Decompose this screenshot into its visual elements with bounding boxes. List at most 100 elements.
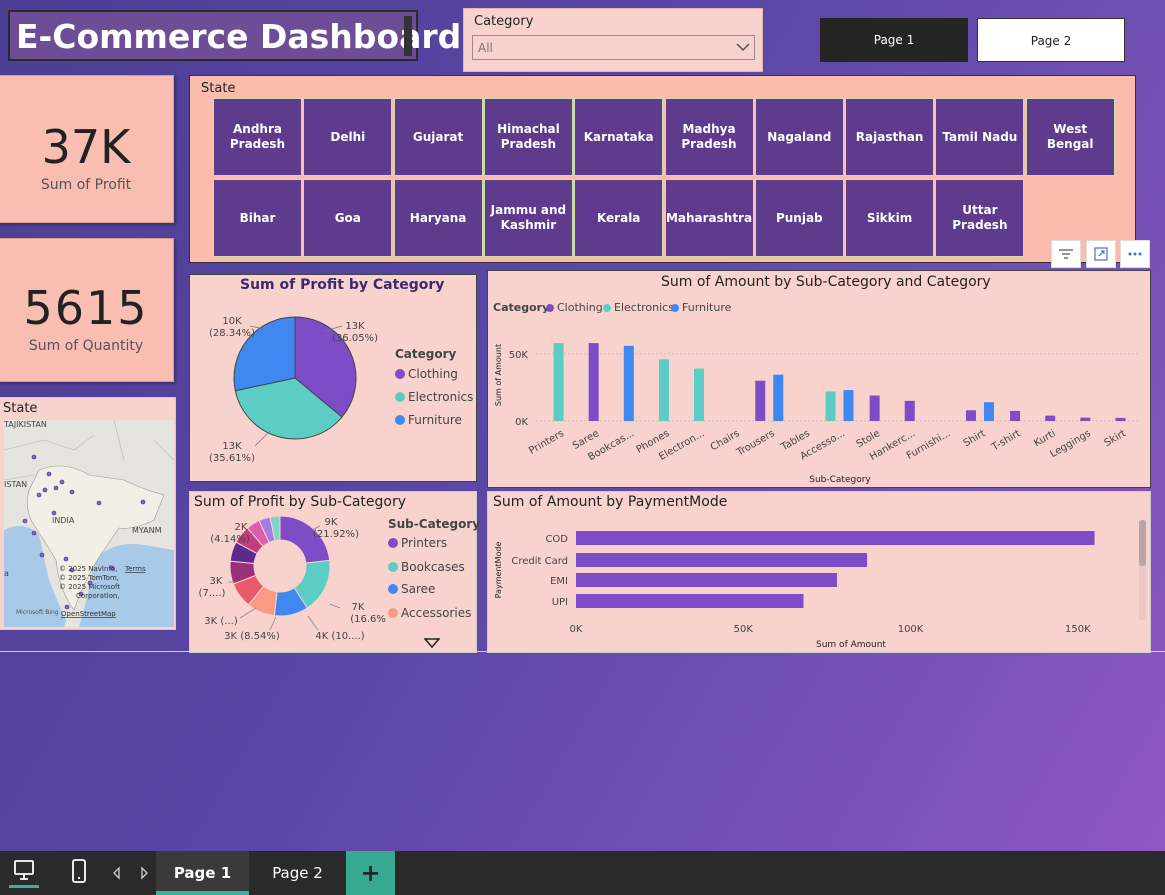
more-options-icon[interactable] bbox=[1120, 240, 1150, 268]
state-button[interactable]: Uttar Pradesh bbox=[935, 179, 1025, 257]
paymentmode-bar-chart[interactable]: COD Credit Card EMI UPI 0K 50K 100K 150K Sum of … bbox=[488, 512, 1150, 652]
bar[interactable] bbox=[1115, 417, 1126, 421]
bar-legend-clothing[interactable]: Clothing bbox=[546, 301, 603, 314]
donut-leader-line bbox=[269, 616, 277, 631]
filter-icon[interactable] bbox=[1051, 240, 1081, 268]
state-button[interactable]: Madhya Pradesh bbox=[664, 98, 754, 176]
bar[interactable] bbox=[1045, 415, 1056, 421]
bar-legend-furniture[interactable]: Furniture bbox=[671, 301, 731, 314]
pie-legend-clothing[interactable]: Clothing bbox=[395, 367, 458, 381]
state-button[interactable]: Gujarat bbox=[393, 98, 483, 176]
x-tick-label: Shirt bbox=[962, 428, 988, 449]
bar[interactable] bbox=[1080, 417, 1091, 421]
donut-legend-saree[interactable]: Saree bbox=[388, 582, 435, 596]
map-osm-link[interactable]: OpenStreetMap bbox=[61, 610, 116, 618]
state-button[interactable]: Karnataka bbox=[574, 98, 664, 176]
page1-nav-button[interactable]: Page 1 bbox=[820, 18, 968, 62]
donut-legend-accessories[interactable]: Accessories bbox=[388, 606, 471, 620]
bar[interactable] bbox=[588, 343, 599, 421]
pie-chart[interactable]: 13K(36.05%)10K(28.34%)13K(35.61%) bbox=[190, 291, 476, 481]
phone-view-icon[interactable] bbox=[69, 858, 89, 886]
bar[interactable] bbox=[825, 391, 836, 421]
payment-bar[interactable] bbox=[576, 553, 868, 567]
bar[interactable] bbox=[965, 410, 976, 421]
dashboard-title-text: E-Commerce Dashboard bbox=[16, 17, 462, 56]
pie-data-label: (35.61%) bbox=[209, 453, 255, 464]
bar[interactable] bbox=[755, 380, 766, 421]
donut-legend-printers[interactable]: Printers bbox=[388, 536, 447, 550]
pie-data-label: 13K bbox=[345, 321, 365, 332]
x-tick-label: 50K bbox=[734, 624, 754, 635]
map-canvas[interactable]: TAJIKISTAN ISTAN INDIA MYANM a © 2025 Na… bbox=[4, 420, 174, 627]
bar[interactable] bbox=[773, 374, 784, 421]
legend-dot bbox=[388, 608, 398, 618]
previous-page-icon[interactable] bbox=[112, 866, 122, 880]
x-tick-label: T-shirt bbox=[989, 428, 1022, 454]
bar[interactable] bbox=[1010, 410, 1021, 421]
state-button[interactable]: Jammu and Kashmir bbox=[483, 179, 573, 257]
bar[interactable] bbox=[658, 359, 669, 421]
state-button[interactable]: Maharashtra bbox=[664, 179, 754, 257]
payment-bar[interactable] bbox=[576, 573, 837, 587]
bar[interactable] bbox=[904, 400, 915, 421]
page1-tab-label: Page 1 bbox=[173, 864, 232, 882]
bar-legend-electronics[interactable]: Electronics bbox=[603, 301, 674, 314]
state-button[interactable]: Rajasthan bbox=[845, 98, 935, 176]
payment-bar[interactable] bbox=[576, 594, 804, 608]
donut-leader-line bbox=[307, 615, 319, 631]
donut-legend-title: Sub-Category bbox=[388, 517, 481, 531]
donut-data-label: 3K (8.54%) bbox=[224, 631, 280, 642]
page2-nav-button[interactable]: Page 2 bbox=[977, 18, 1125, 62]
category-dropdown[interactable]: All bbox=[472, 35, 755, 60]
quantity-card: 5615 Sum of Quantity bbox=[0, 238, 174, 382]
pie-data-label: 13K bbox=[222, 441, 242, 452]
pie-leader-line bbox=[254, 430, 271, 447]
state-button[interactable]: Delhi bbox=[303, 98, 393, 176]
state-slicer: State Andhra Pradesh Delhi Gujarat Himachal… bbox=[189, 75, 1136, 263]
legend-label: Electronics bbox=[614, 301, 674, 314]
state-button[interactable]: Haryana bbox=[393, 179, 483, 257]
state-button[interactable]: Punjab bbox=[754, 179, 844, 257]
state-button[interactable]: Kerala bbox=[574, 179, 664, 257]
add-page-button[interactable]: + bbox=[346, 851, 395, 895]
vertical-scrollbar[interactable] bbox=[1139, 520, 1146, 620]
map-title: State bbox=[3, 401, 38, 416]
desktop-view-button[interactable] bbox=[9, 857, 39, 889]
legend-label: Electronics bbox=[408, 390, 474, 404]
bar[interactable] bbox=[553, 343, 564, 421]
bar-chart[interactable]: 50K0KSum of AmountSub-CategoryPrinters Sa… bbox=[488, 317, 1150, 487]
next-page-icon[interactable] bbox=[139, 866, 149, 880]
quantity-label: Sum of Quantity bbox=[28, 338, 144, 354]
bar[interactable] bbox=[694, 368, 705, 421]
focus-mode-icon[interactable] bbox=[1086, 240, 1116, 268]
donut-legend-bookcases[interactable]: Bookcases bbox=[388, 560, 465, 574]
state-button[interactable]: Bihar bbox=[213, 179, 302, 257]
state-button[interactable]: Sikkim bbox=[845, 179, 935, 257]
state-button[interactable]: Goa bbox=[303, 179, 393, 257]
bar[interactable] bbox=[983, 402, 994, 421]
legend-scroll-down-icon[interactable] bbox=[424, 638, 440, 648]
page2-tab[interactable]: Page 2 bbox=[249, 851, 346, 895]
legend-dot bbox=[671, 304, 679, 312]
state-button[interactable]: Himachal Pradesh bbox=[483, 98, 573, 176]
payment-bar[interactable] bbox=[576, 531, 1095, 545]
state-button[interactable]: Nagaland bbox=[754, 98, 844, 176]
state-button[interactable]: Tamil Nadu bbox=[935, 98, 1025, 176]
bar[interactable] bbox=[843, 390, 854, 421]
bar[interactable] bbox=[623, 345, 634, 421]
donut-data-label: 3K (...) bbox=[204, 616, 238, 627]
legend-label: Clothing bbox=[408, 367, 458, 381]
scrollbar-thumb[interactable] bbox=[1139, 520, 1146, 566]
pie-legend-electronics[interactable]: Electronics bbox=[395, 390, 473, 404]
pie-legend-furniture[interactable]: Furniture bbox=[395, 413, 462, 427]
donut-chart[interactable]: 9K(21.92%) 7K(16.6%) 4K (10....) 3K (8.54%)… bbox=[190, 512, 386, 652]
bar[interactable] bbox=[869, 395, 880, 421]
legend-label: Bookcases bbox=[401, 560, 465, 574]
y-axis-label: PaymentMode bbox=[494, 542, 503, 599]
map-terms-link[interactable]: Terms bbox=[124, 565, 146, 573]
page1-tab[interactable]: Page 1 bbox=[156, 851, 249, 895]
donut-data-label: 2K bbox=[235, 522, 248, 533]
state-button[interactable]: West Bengal bbox=[1025, 98, 1115, 176]
map-label-myanmar: MYANM bbox=[132, 526, 162, 535]
state-button[interactable]: Andhra Pradesh bbox=[213, 98, 302, 176]
